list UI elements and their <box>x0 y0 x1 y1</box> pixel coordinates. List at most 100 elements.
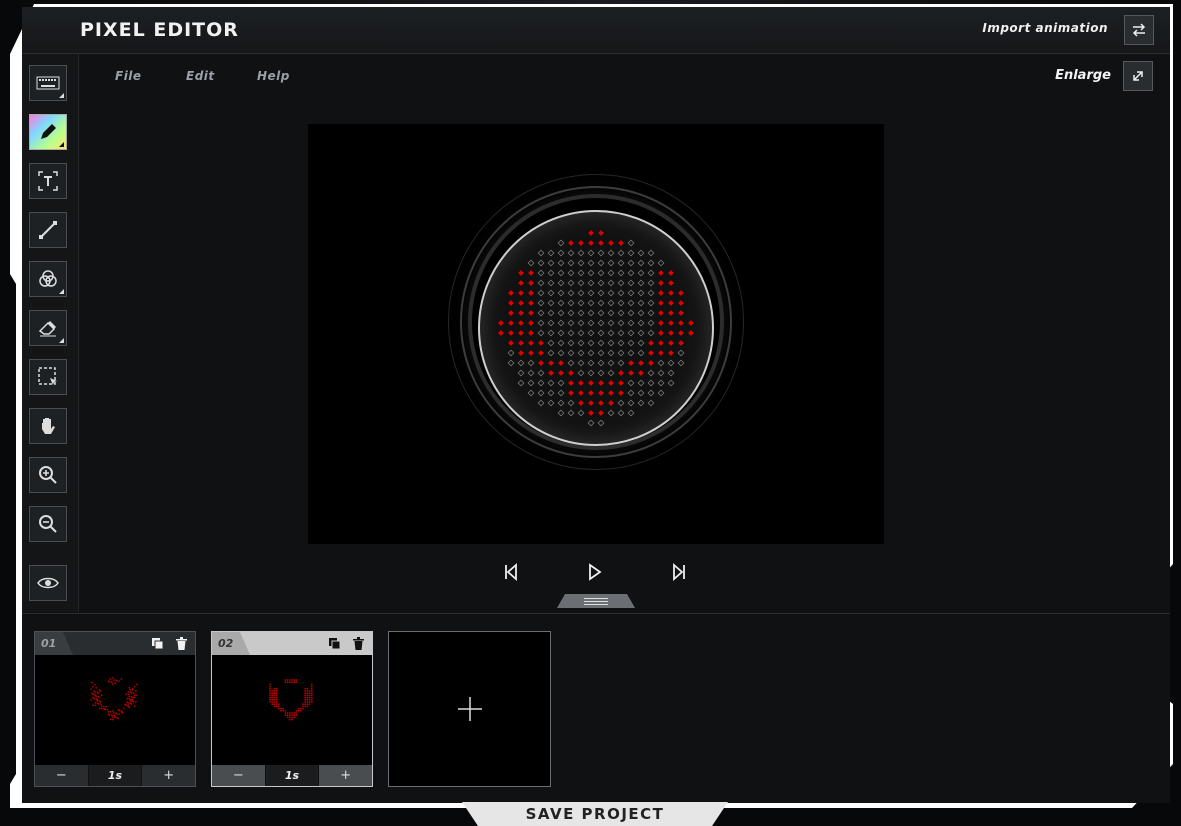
led-pixel-off[interactable] <box>657 369 665 377</box>
trash-icon[interactable] <box>352 637 365 650</box>
led-pixel-on[interactable] <box>508 340 514 346</box>
led-pixel-on[interactable] <box>518 340 524 346</box>
led-pixel-off[interactable] <box>557 339 565 347</box>
led-pixel-off[interactable] <box>577 349 585 357</box>
led-pixel-off[interactable] <box>577 269 585 277</box>
led-pixel-off[interactable] <box>577 259 585 267</box>
led-pixel-off[interactable] <box>597 419 605 427</box>
led-pixel-off[interactable] <box>547 389 555 397</box>
led-pixel-on[interactable] <box>528 300 534 306</box>
led-pixel-off[interactable] <box>587 289 595 297</box>
led-pixel-off[interactable] <box>567 359 575 367</box>
led-pixel-off[interactable] <box>647 289 655 297</box>
led-pixel-on[interactable] <box>658 340 664 346</box>
led-pixel-off[interactable] <box>587 369 595 377</box>
led-pixel-off[interactable] <box>587 279 595 287</box>
led-pixel-off[interactable] <box>537 329 545 337</box>
led-pixel-on[interactable] <box>658 350 664 356</box>
led-pixel-off[interactable] <box>567 309 575 317</box>
led-pixel-off[interactable] <box>537 289 545 297</box>
led-pixel-on[interactable] <box>518 270 524 276</box>
led-pixel-off[interactable] <box>547 399 555 407</box>
led-pixel-off[interactable] <box>627 409 635 417</box>
led-pixel-on[interactable] <box>658 300 664 306</box>
menu-help[interactable]: Help <box>257 69 290 83</box>
led-pixel-off[interactable] <box>657 389 665 397</box>
import-animation-button[interactable] <box>1124 15 1154 45</box>
led-pixel-off[interactable] <box>617 289 625 297</box>
led-pixel-off[interactable] <box>647 399 655 407</box>
zoom-out-tool[interactable] <box>29 506 67 542</box>
led-pixel-on[interactable] <box>578 400 584 406</box>
led-pixel-on[interactable] <box>618 370 624 376</box>
led-pixel-off[interactable] <box>587 299 595 307</box>
led-pixel-off[interactable] <box>637 279 645 287</box>
led-pixel-on[interactable] <box>638 370 644 376</box>
led-pixel-off[interactable] <box>557 379 565 387</box>
led-pixel-off[interactable] <box>547 279 555 287</box>
led-pixel-off[interactable] <box>627 379 635 387</box>
led-pixel-off[interactable] <box>597 349 605 357</box>
led-pixel-on[interactable] <box>508 290 514 296</box>
led-pixel-off[interactable] <box>597 369 605 377</box>
led-pixel-on[interactable] <box>688 320 694 326</box>
led-pixel-off[interactable] <box>567 409 575 417</box>
play-button[interactable] <box>584 561 606 583</box>
led-pixel-off[interactable] <box>657 359 665 367</box>
led-pixel-on[interactable] <box>678 340 684 346</box>
led-pixel-off[interactable] <box>637 309 645 317</box>
led-pixel-on[interactable] <box>518 300 524 306</box>
led-pixel-on[interactable] <box>678 310 684 316</box>
led-pixel-off[interactable] <box>627 249 635 257</box>
led-pixel-off[interactable] <box>627 309 635 317</box>
led-pixel-off[interactable] <box>597 249 605 257</box>
duration-increase-button[interactable]: + <box>142 765 195 786</box>
led-pixel-off[interactable] <box>617 259 625 267</box>
led-pixel-off[interactable] <box>567 329 575 337</box>
led-pixel-off[interactable] <box>627 289 635 297</box>
led-pixel-off[interactable] <box>567 399 575 407</box>
drawing-canvas[interactable] <box>308 124 884 544</box>
led-pixel-off[interactable] <box>557 389 565 397</box>
led-pixel-off[interactable] <box>637 249 645 257</box>
led-pixel-on[interactable] <box>518 280 524 286</box>
led-pixel-off[interactable] <box>537 379 545 387</box>
led-pixel-off[interactable] <box>607 249 615 257</box>
led-pixel-off[interactable] <box>557 399 565 407</box>
led-pixel-off[interactable] <box>597 339 605 347</box>
led-pixel-on[interactable] <box>518 350 524 356</box>
led-pixel-off[interactable] <box>577 279 585 287</box>
led-pixel-on[interactable] <box>588 230 594 236</box>
led-pixel-off[interactable] <box>597 259 605 267</box>
led-pixel-off[interactable] <box>537 269 545 277</box>
led-pixel-off[interactable] <box>607 339 615 347</box>
led-pixel-on[interactable] <box>528 270 534 276</box>
led-pixel-on[interactable] <box>598 240 604 246</box>
led-pixel-off[interactable] <box>617 399 625 407</box>
led-pixel-on[interactable] <box>548 370 554 376</box>
led-pixel-off[interactable] <box>587 419 595 427</box>
led-pixel-off[interactable] <box>627 319 635 327</box>
led-pixel-off[interactable] <box>597 269 605 277</box>
led-pixel-off[interactable] <box>647 299 655 307</box>
led-pixel-off[interactable] <box>517 379 525 387</box>
led-pixel-off[interactable] <box>587 349 595 357</box>
frame-card-01[interactable]: 01 − 1s + <box>34 631 196 787</box>
led-pixel-off[interactable] <box>627 279 635 287</box>
led-pixel-off[interactable] <box>667 359 675 367</box>
led-pixel-on[interactable] <box>628 370 634 376</box>
frame-duration[interactable]: 1s <box>88 765 143 786</box>
led-pixel-off[interactable] <box>677 349 685 357</box>
led-pixel-on[interactable] <box>668 270 674 276</box>
led-pixel-off[interactable] <box>637 319 645 327</box>
led-pixel-off[interactable] <box>607 279 615 287</box>
led-pixel-off[interactable] <box>537 299 545 307</box>
led-pixel-off[interactable] <box>587 359 595 367</box>
led-pixel-on[interactable] <box>528 280 534 286</box>
led-pixel-on[interactable] <box>528 340 534 346</box>
led-pixel-off[interactable] <box>617 319 625 327</box>
led-pixel-off[interactable] <box>537 249 545 257</box>
led-pixel-on[interactable] <box>668 320 674 326</box>
led-pixel-off[interactable] <box>527 379 535 387</box>
led-pixel-off[interactable] <box>597 289 605 297</box>
